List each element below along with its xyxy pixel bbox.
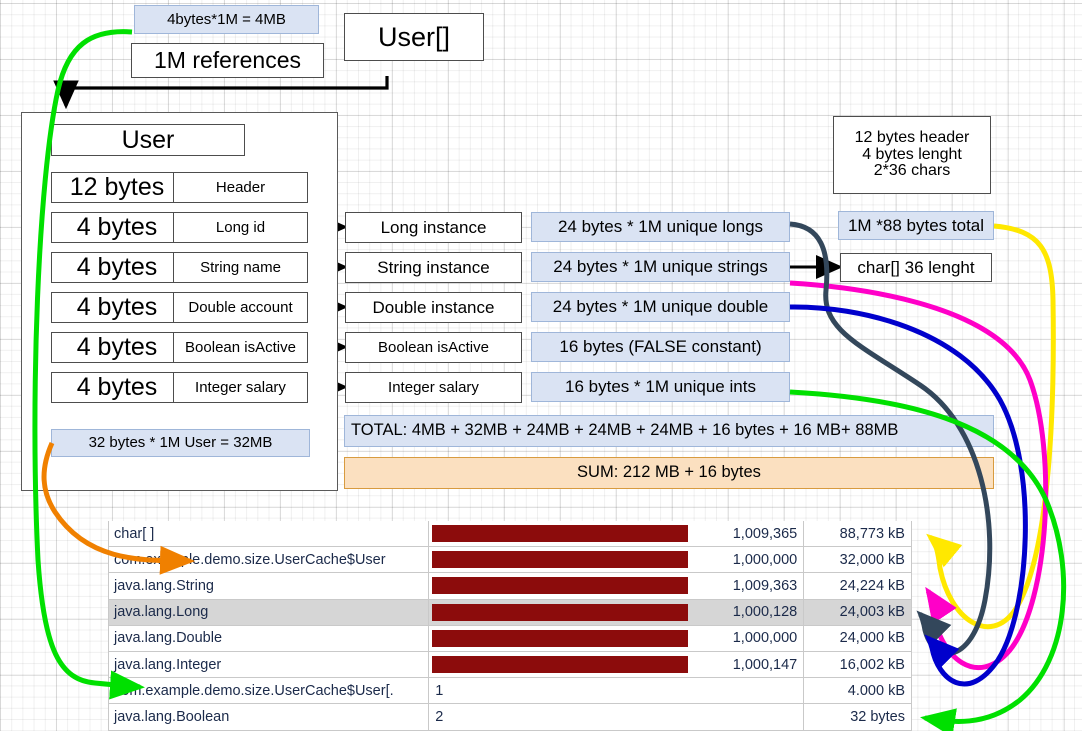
curve-orange-usercache-user <box>44 443 190 561</box>
colored-reference-curves <box>0 0 1082 731</box>
curve-magenta-java-lang-string <box>790 283 1046 668</box>
curve-slate-java-lang-long <box>790 224 990 653</box>
curve-green-user-array <box>35 32 140 687</box>
